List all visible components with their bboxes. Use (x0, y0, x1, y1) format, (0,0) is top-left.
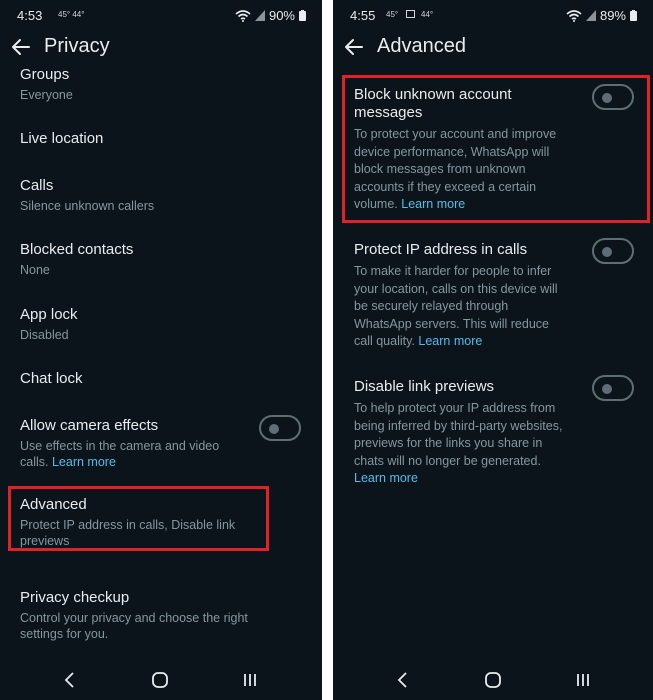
nav-recents-icon[interactable] (573, 670, 593, 690)
highlight-box (8, 486, 269, 551)
item-subtitle: Disabled (20, 328, 69, 342)
settings-item-privacy-checkup[interactable]: Privacy checkup Control your privacy and… (20, 589, 272, 642)
item-subtitle: Control your privacy and choose the righ… (20, 611, 248, 641)
battery-icon (299, 10, 306, 21)
page-title: Privacy (44, 35, 110, 57)
toggle-knob (269, 424, 279, 434)
nav-back-icon[interactable] (393, 670, 413, 690)
item-title: Allow camera effects (20, 417, 159, 434)
item-title: Protect IP address in calls (354, 241, 528, 258)
status-time: 4:55 (350, 8, 376, 23)
settings-item-app-lock[interactable]: App lock Disabled (20, 306, 306, 343)
app-bar: Advanced (333, 30, 653, 66)
item-subtitle: Everyone (20, 88, 73, 102)
wifi-icon (235, 9, 251, 22)
navigation-bar (333, 660, 653, 700)
signal-icon (585, 10, 596, 21)
status-bar: 4:53 45° 44° 90% (0, 0, 322, 30)
signal-icon (254, 10, 265, 21)
learn-more-link[interactable]: Learn more (354, 471, 418, 485)
navigation-bar (0, 660, 322, 700)
item-subtitle: None (20, 263, 50, 277)
app-bar: Privacy (0, 30, 322, 66)
battery-percent: 90% (268, 8, 295, 23)
status-icons: 89% (566, 8, 637, 23)
item-title: Live location (20, 130, 104, 147)
highlight-box (342, 75, 650, 223)
gallery-icon (406, 10, 415, 18)
item-title: Chat lock (20, 370, 83, 387)
page-title: Advanced (377, 35, 466, 57)
back-arrow-icon[interactable] (10, 36, 32, 58)
back-arrow-icon[interactable] (343, 36, 365, 58)
item-subtitle: Use effects in the camera and video call… (20, 439, 220, 469)
battery-percent: 89% (599, 8, 626, 23)
item-subtitle: Silence unknown callers (20, 199, 155, 213)
toggle-knob (602, 247, 612, 257)
wifi-icon (566, 9, 582, 22)
item-title: Blocked contacts (20, 241, 134, 258)
nav-home-icon[interactable] (483, 670, 503, 690)
camera-effects-toggle[interactable] (259, 415, 301, 441)
nav-home-icon[interactable] (150, 670, 170, 690)
status-time: 4:53 (17, 8, 43, 23)
item-title: Disable link previews (354, 378, 495, 395)
nav-recents-icon[interactable] (240, 670, 260, 690)
advanced-screen: 4:55 45° 44° 89% Advanced Block unknown … (333, 0, 653, 700)
settings-item-chat-lock[interactable]: Chat lock (20, 370, 306, 388)
settings-item-blocked-contacts[interactable]: Blocked contacts None (20, 241, 306, 278)
nav-back-icon[interactable] (60, 670, 80, 690)
learn-more-link[interactable]: Learn more (52, 455, 116, 469)
settings-item-calls[interactable]: Calls Silence unknown callers (20, 177, 306, 214)
learn-more-link[interactable]: Learn more (418, 334, 482, 348)
toggle-knob (602, 384, 612, 394)
settings-item-groups[interactable]: Groups Everyone (20, 66, 306, 103)
settings-item-disable-link-previews[interactable]: Disable link previews To help protect yo… (354, 378, 571, 488)
privacy-screen: 4:53 45° 44° 90% Privacy Groups Everyone… (0, 0, 322, 700)
settings-item-camera-effects[interactable]: Allow camera effects Use effects in the … (20, 417, 242, 470)
item-title: Privacy checkup (20, 589, 130, 606)
protect-ip-toggle[interactable] (592, 238, 634, 264)
settings-item-protect-ip[interactable]: Protect IP address in calls To make it h… (354, 241, 567, 351)
item-title: App lock (20, 306, 78, 323)
weather-temp: 45° 44° (58, 10, 85, 19)
item-title: Groups (20, 66, 70, 83)
weather-temp: 45° (386, 10, 399, 19)
weather-temp-2: 44° (421, 10, 434, 19)
status-bar: 4:55 45° 44° 89% (333, 0, 653, 30)
item-title: Calls (20, 177, 54, 194)
disable-link-previews-toggle[interactable] (592, 375, 634, 401)
status-icons: 90% (235, 8, 306, 23)
settings-item-live-location[interactable]: Live location (20, 130, 306, 148)
battery-icon (630, 10, 637, 21)
item-subtitle: To help protect your IP address from bei… (354, 401, 563, 468)
